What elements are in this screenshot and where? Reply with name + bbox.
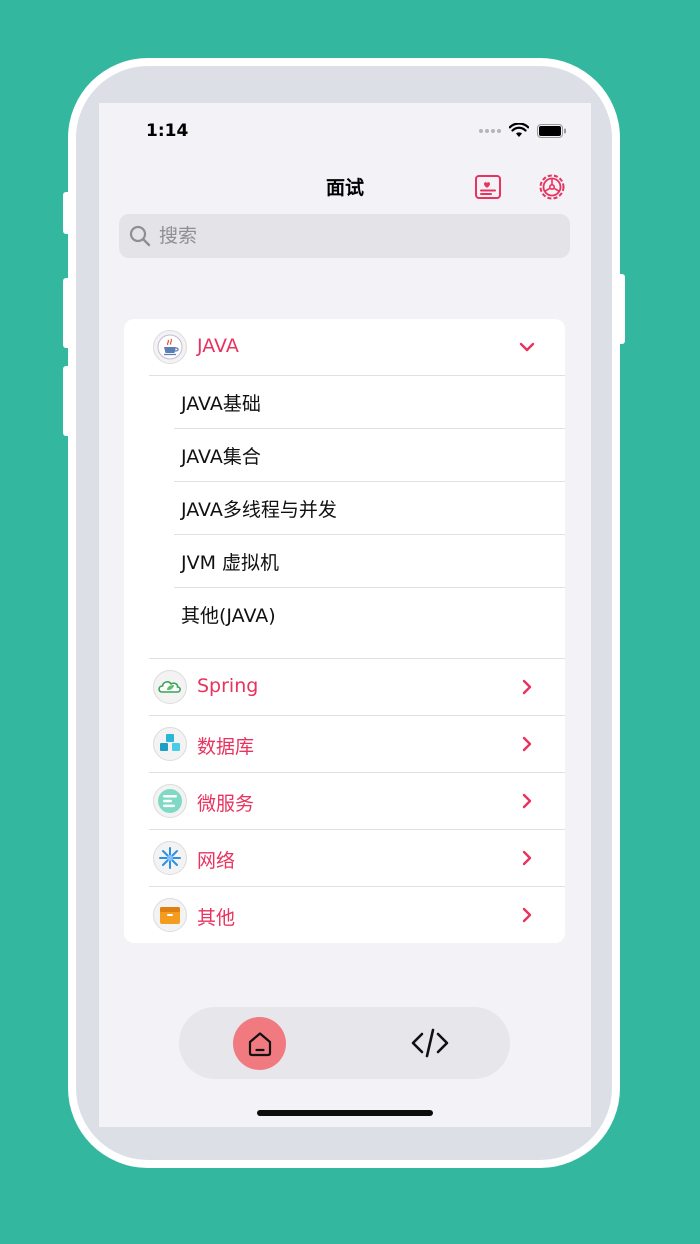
chevron-right-icon: [522, 679, 532, 695]
battery-icon: [537, 123, 566, 138]
subcategory-label: JVM 虚拟机: [181, 552, 280, 574]
category-list: JAVA JAVA基础 JAVA集合 JAVA多线程与并发 JVM 虚拟机 其他…: [124, 319, 565, 943]
search-icon: [129, 225, 151, 247]
category-row-database[interactable]: 数据库: [124, 716, 565, 773]
wifi-icon: [509, 123, 529, 137]
tab-bar: [179, 1007, 510, 1079]
search-input[interactable]: [157, 224, 541, 248]
code-icon: [411, 1028, 449, 1058]
bookmark-card-icon[interactable]: [473, 172, 503, 202]
home-icon: [248, 1031, 271, 1056]
category-row-microservices[interactable]: 微服务: [124, 773, 565, 830]
home-indicator[interactable]: [257, 1110, 433, 1116]
status-indicators: [479, 123, 567, 138]
category-row-other[interactable]: 其他: [124, 887, 565, 943]
chevron-right-icon: [522, 736, 532, 752]
subcategory-label: JAVA多线程与并发: [181, 499, 337, 521]
page-title: 面试: [325, 177, 364, 199]
side-button-silent: [63, 192, 71, 234]
side-button-volume-up: [63, 278, 71, 348]
category-label: 微服务: [197, 793, 255, 815]
tab-home[interactable]: [233, 1017, 286, 1070]
settings-gear-icon[interactable]: [537, 172, 567, 202]
microservice-bars-icon: [153, 784, 187, 818]
category-label: 网络: [197, 850, 236, 872]
subcategory-label: JAVA基础: [181, 393, 261, 415]
cellular-signal-icon: [479, 128, 501, 133]
category-label: Spring: [197, 675, 259, 697]
spring-cloud-leaf-icon: [153, 670, 187, 704]
subcategory-java-collections[interactable]: JAVA集合: [124, 429, 565, 482]
other-box-icon: [153, 898, 187, 932]
chevron-right-icon: [522, 850, 532, 866]
chevron-right-icon: [522, 793, 532, 809]
subcategory-java-concurrency[interactable]: JAVA多线程与并发: [124, 482, 565, 535]
side-button-volume-down: [63, 366, 71, 436]
subcategory-java-other[interactable]: 其他(JAVA): [124, 588, 565, 659]
category-row-spring[interactable]: Spring: [124, 659, 565, 716]
status-time: 1:14: [146, 121, 189, 141]
network-burst-icon: [153, 841, 187, 875]
subcategory-java-basics[interactable]: JAVA基础: [124, 376, 565, 429]
database-cubes-icon: [153, 727, 187, 761]
search-bar[interactable]: [119, 214, 570, 258]
category-label: 数据库: [197, 736, 255, 758]
subcategory-label: JAVA集合: [181, 446, 261, 468]
category-label: 其他: [197, 907, 236, 929]
java-coffee-icon: [153, 330, 187, 364]
category-row-java[interactable]: JAVA: [124, 319, 565, 376]
category-label: JAVA: [197, 335, 239, 357]
category-row-network[interactable]: 网络: [124, 830, 565, 887]
app-screen: 1:14 面试 搜索 JAVA JAVA基础 JAVA集合 JAVA多线程与并发…: [99, 103, 591, 1127]
subcategory-label: 其他(JAVA): [181, 605, 276, 627]
tab-code[interactable]: [407, 1025, 453, 1061]
side-button-power: [617, 274, 625, 344]
chevron-right-icon: [522, 907, 532, 923]
subcategory-jvm[interactable]: JVM 虚拟机: [124, 535, 565, 588]
chevron-down-icon: [519, 342, 535, 352]
